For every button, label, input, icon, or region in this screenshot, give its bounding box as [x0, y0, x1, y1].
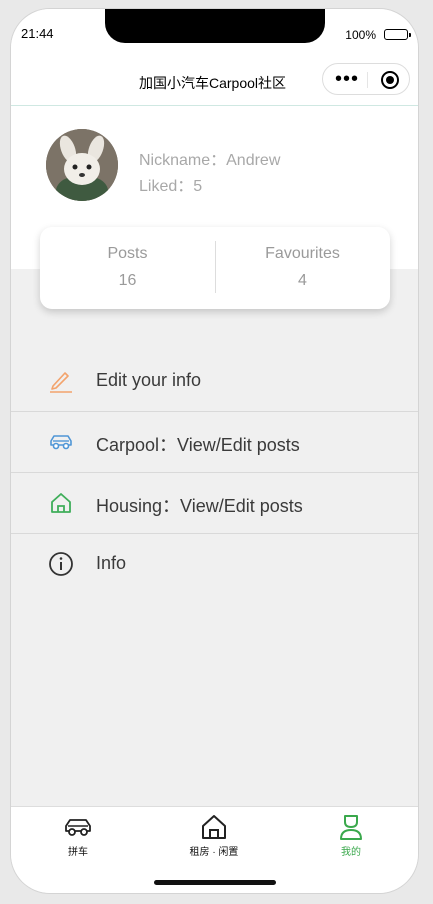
bottom-tab-bar: 拼车 租房 · 闲置 我的	[11, 806, 418, 893]
house-icon	[51, 493, 71, 513]
stat-favourites[interactable]: Favourites 4	[215, 227, 390, 309]
close-target-icon[interactable]	[381, 71, 399, 89]
house-icon	[202, 815, 226, 839]
phone-frame: 21:44 100% 加国小汽车Carpool社区 ••• Nickname：A	[10, 8, 419, 894]
menu-item-edit-info[interactable]: Edit your info	[11, 351, 418, 412]
info-icon	[49, 552, 73, 576]
tab-mine[interactable]: 我的	[301, 813, 401, 858]
menu-item-label: Info	[96, 553, 127, 573]
pencil-icon	[50, 372, 72, 393]
car-icon	[65, 819, 91, 836]
status-time: 21:44	[21, 26, 54, 41]
home-indicator	[154, 880, 276, 885]
car-icon	[50, 435, 72, 450]
menu-item-label: Edit your info	[96, 370, 202, 390]
menu-item-label: Carpool：View/Edit posts	[96, 435, 300, 455]
tab-label: 租房 · 闲置	[189, 847, 239, 858]
stats-card: Posts 16 Favourites 4	[40, 227, 390, 309]
liked-count: Liked：5	[139, 178, 203, 195]
stat-value: 16	[118, 272, 137, 289]
stat-value: 4	[298, 272, 307, 289]
avatar[interactable]	[46, 129, 118, 201]
stat-posts[interactable]: Posts 16	[40, 227, 215, 309]
menu-item-housing-posts[interactable]: Housing：View/Edit posts	[11, 473, 418, 534]
notch	[105, 9, 325, 43]
tab-label: 我的	[341, 847, 361, 858]
nickname-text: Nickname：Andrew	[139, 152, 281, 169]
menu-item-label: Housing：View/Edit posts	[96, 496, 303, 516]
tab-carpool[interactable]: 拼车	[28, 813, 128, 858]
nav-bar: 加国小汽车Carpool社区 •••	[11, 57, 418, 106]
menu-item-carpool-posts[interactable]: Carpool：View/Edit posts	[11, 412, 418, 473]
tab-housing[interactable]: 租房 · 闲置	[164, 813, 264, 858]
capsule-divider	[367, 72, 368, 88]
stat-label: Favourites	[265, 245, 340, 262]
more-icon[interactable]: •••	[335, 69, 359, 89]
menu-item-info[interactable]: Info	[11, 534, 418, 594]
battery-icon	[384, 29, 411, 40]
mini-program-capsule: •••	[322, 63, 410, 95]
stat-label: Posts	[107, 245, 148, 262]
person-icon	[340, 815, 362, 840]
menu-list: Edit your info Carpool：View/Edit posts H…	[11, 351, 418, 594]
tab-label: 拼车	[68, 847, 88, 858]
battery-percent: 100%	[345, 28, 376, 42]
